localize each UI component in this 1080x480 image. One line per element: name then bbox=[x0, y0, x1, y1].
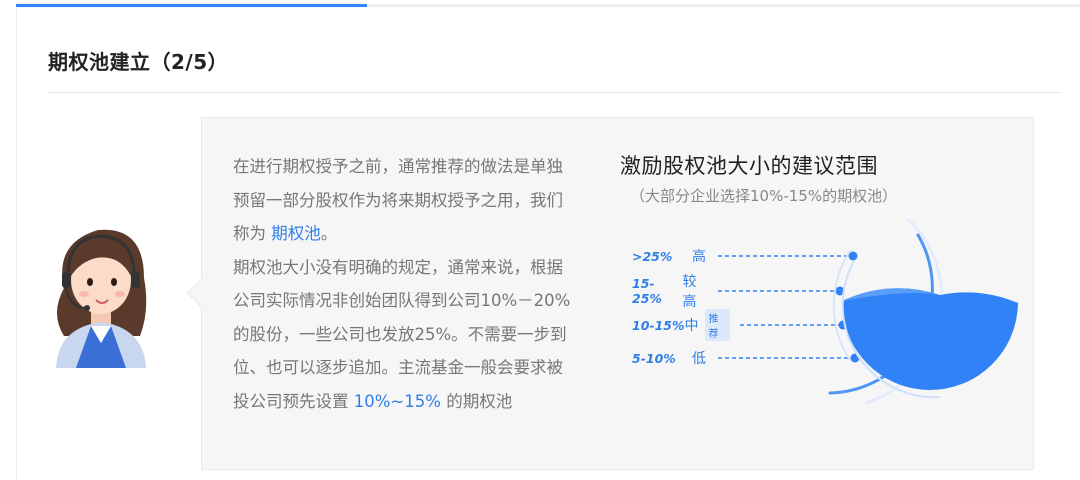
pool-gauge bbox=[828, 217, 1018, 405]
option-pool-page: 期权池建立（2/5） 在进行期权授予之前，通常推荐的做法是单独预留一部分股权作为… bbox=[0, 0, 1080, 480]
level-range: >25% bbox=[632, 248, 673, 264]
level-name: 中 bbox=[684, 318, 699, 334]
level-range: 5-10% bbox=[632, 350, 676, 366]
level-range: 15-25% bbox=[632, 276, 662, 306]
level-range: 10-15% bbox=[632, 317, 685, 333]
